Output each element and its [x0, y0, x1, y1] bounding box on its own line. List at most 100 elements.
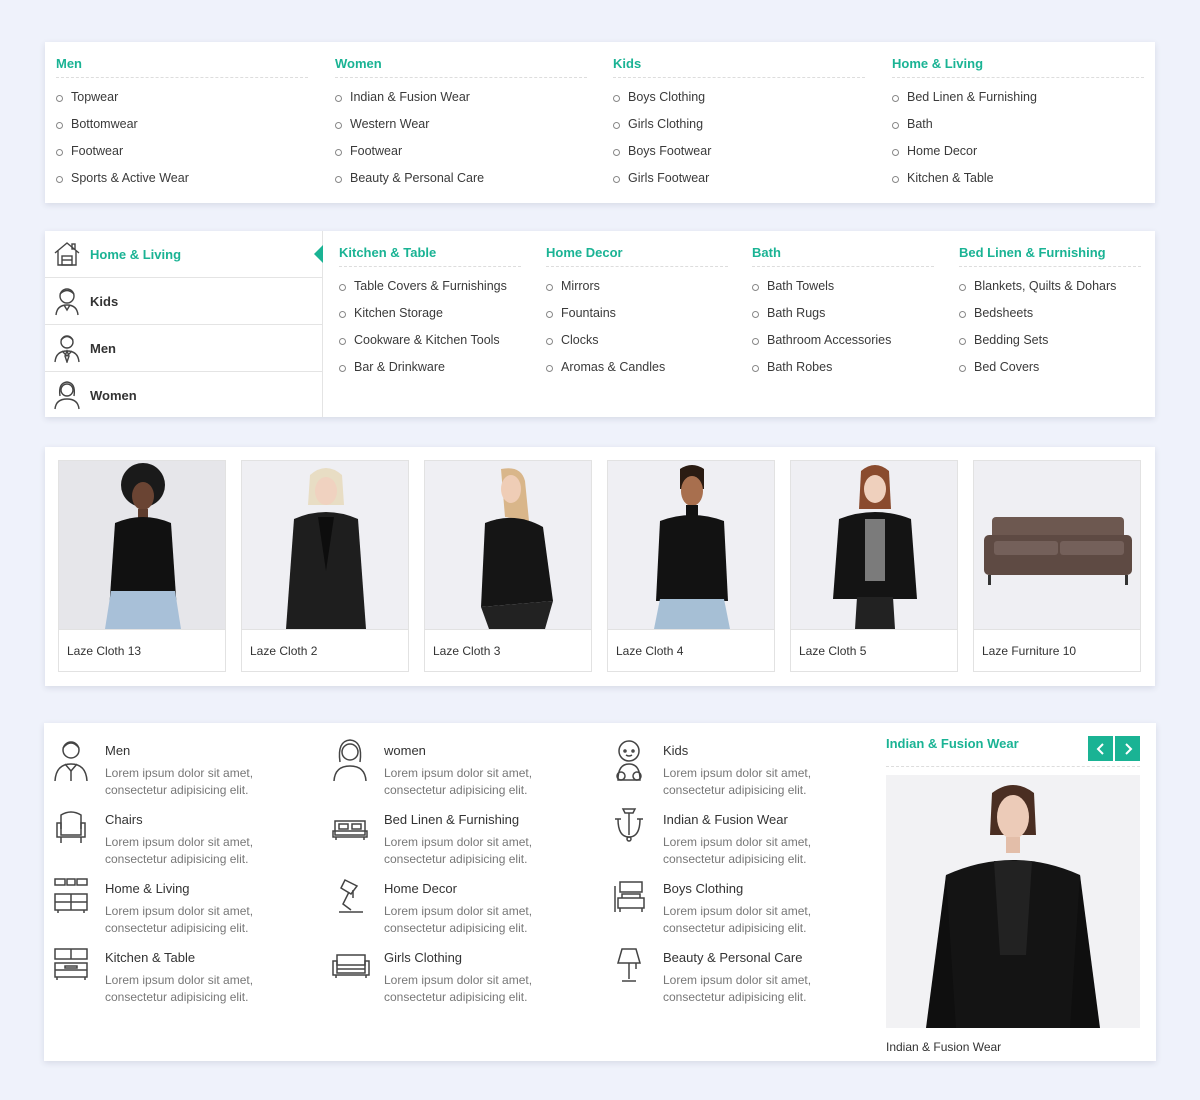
category-description: Lorem ipsum dolor sit amet, consectetur … — [384, 766, 533, 797]
menu-column-title[interactable]: Home & Living — [892, 56, 1144, 78]
product-name[interactable]: Laze Cloth 5 — [791, 630, 957, 658]
menu-link[interactable]: Bath Towels — [752, 273, 934, 300]
menu-link[interactable]: Bath — [892, 111, 1144, 138]
product-image — [608, 461, 774, 630]
menu-link[interactable]: Footwear — [56, 138, 308, 165]
menu-link[interactable]: Beauty & Personal Care — [335, 165, 587, 192]
product-grid: Laze Cloth 13 Laze Cloth 2 Laze Cloth 3 — [45, 447, 1155, 686]
menu-link[interactable]: Girls Footwear — [613, 165, 865, 192]
category-item[interactable]: Kids Lorem ipsum dolor sit amet, consect… — [602, 728, 842, 797]
sidebar-item-men[interactable]: Men — [45, 325, 322, 372]
menu-link[interactable]: Cookware & Kitchen Tools — [339, 327, 521, 354]
menu-column-men: Men Topwear Bottomwear Footwear Sports &… — [56, 56, 308, 192]
menu-link[interactable]: Bath Robes — [752, 354, 934, 381]
category-item[interactable]: women Lorem ipsum dolor sit amet, consec… — [323, 728, 563, 797]
category-title[interactable]: Girls Clothing — [384, 950, 462, 965]
sidebar-item-home-living[interactable]: Home & Living — [45, 231, 323, 278]
category-item[interactable]: Beauty & Personal Care Lorem ipsum dolor… — [602, 935, 842, 1004]
menu-column-title[interactable]: Women — [335, 56, 587, 78]
product-name[interactable]: Laze Cloth 4 — [608, 630, 774, 658]
product-name[interactable]: Laze Cloth 2 — [242, 630, 408, 658]
category-item[interactable]: Chairs Lorem ipsum dolor sit amet, conse… — [44, 797, 284, 866]
menu-column-title[interactable]: Kitchen & Table — [339, 245, 521, 267]
menu-link[interactable]: Bottomwear — [56, 111, 308, 138]
menu-column-title[interactable]: Bath — [752, 245, 934, 267]
menu-link[interactable]: Fountains — [546, 300, 728, 327]
sidebar-item-women[interactable]: Women — [45, 372, 322, 418]
category-item[interactable]: Kitchen & Table Lorem ipsum dolor sit am… — [44, 935, 284, 1004]
menu-link[interactable]: Boys Clothing — [613, 84, 865, 111]
category-title[interactable]: Kids — [663, 743, 688, 758]
product-card[interactable]: Laze Cloth 2 — [241, 460, 409, 672]
category-item[interactable]: Indian & Fusion Wear Lorem ipsum dolor s… — [602, 797, 842, 866]
menu-column-bath: Bath Bath Towels Bath Rugs Bathroom Acce… — [752, 245, 934, 381]
menu-link[interactable]: Aromas & Candles — [546, 354, 728, 381]
menu-link[interactable]: Clocks — [546, 327, 728, 354]
category-description: Lorem ipsum dolor sit amet, consectetur … — [384, 904, 533, 935]
product-card[interactable]: Laze Cloth 4 — [607, 460, 775, 672]
product-name[interactable]: Laze Cloth 3 — [425, 630, 591, 658]
menu-link[interactable]: Bathroom Accessories — [752, 327, 934, 354]
category-description: Lorem ipsum dolor sit amet, consectetur … — [663, 904, 812, 935]
category-title[interactable]: Beauty & Personal Care — [663, 950, 802, 965]
product-card[interactable]: Laze Cloth 5 — [790, 460, 958, 672]
featured-image[interactable] — [886, 775, 1140, 1028]
baby-icon — [610, 738, 648, 781]
category-item[interactable]: Bed Linen & Furnishing Lorem ipsum dolor… — [323, 797, 563, 866]
sidebar-item-kids[interactable]: Kids — [45, 278, 322, 325]
menu-link[interactable]: Boys Footwear — [613, 138, 865, 165]
sidebar-item-label: Men — [90, 340, 116, 356]
menu-link[interactable]: Bath Rugs — [752, 300, 934, 327]
product-card[interactable]: Laze Cloth 13 — [58, 460, 226, 672]
floor-lamp-icon — [610, 945, 648, 983]
menu-link[interactable]: Topwear — [56, 84, 308, 111]
menu-link[interactable]: Indian & Fusion Wear — [335, 84, 587, 111]
category-title[interactable]: Bed Linen & Furnishing — [384, 812, 519, 827]
category-title[interactable]: Boys Clothing — [663, 881, 743, 896]
menu-link[interactable]: Bar & Drinkware — [339, 354, 521, 381]
menu-column-title[interactable]: Home Decor — [546, 245, 728, 267]
menu-link[interactable]: Home Decor — [892, 138, 1144, 165]
menu-column-title[interactable]: Men — [56, 56, 308, 78]
menu-link[interactable]: Bedsheets — [959, 300, 1141, 327]
category-item[interactable]: Men Lorem ipsum dolor sit amet, consecte… — [44, 728, 284, 797]
menu-column-title[interactable]: Bed Linen & Furnishing — [959, 245, 1141, 267]
menu-link[interactable]: Bed Linen & Furnishing — [892, 84, 1144, 111]
category-item[interactable]: Home Decor Lorem ipsum dolor sit amet, c… — [323, 866, 563, 935]
category-title[interactable]: Indian & Fusion Wear — [663, 812, 788, 827]
menu-column-kids: Kids Boys Clothing Girls Clothing Boys F… — [613, 56, 865, 192]
category-title[interactable]: Men — [105, 743, 130, 758]
menu-link[interactable]: Sports & Active Wear — [56, 165, 308, 192]
product-name[interactable]: Laze Furniture 10 — [974, 630, 1140, 658]
featured-caption[interactable]: Indian & Fusion Wear — [886, 1040, 1140, 1054]
bed-icon — [331, 807, 369, 845]
menu-link[interactable]: Blankets, Quilts & Dohars — [959, 273, 1141, 300]
category-item[interactable]: Home & Living Lorem ipsum dolor sit amet… — [44, 866, 284, 935]
category-title[interactable]: Home Decor — [384, 881, 457, 896]
menu-link[interactable]: Girls Clothing — [613, 111, 865, 138]
menu-link[interactable]: Kitchen & Table — [892, 165, 1144, 192]
product-card[interactable]: Laze Furniture 10 — [973, 460, 1141, 672]
category-title[interactable]: Chairs — [105, 812, 143, 827]
featured-title: Indian & Fusion Wear — [886, 736, 1019, 751]
menu-link[interactable]: Kitchen Storage — [339, 300, 521, 327]
category-title[interactable]: Home & Living — [105, 881, 190, 896]
menu-column-title[interactable]: Kids — [613, 56, 865, 78]
menu-link[interactable]: Table Covers & Furnishings — [339, 273, 521, 300]
menu-link[interactable]: Bed Covers — [959, 354, 1141, 381]
category-description: Lorem ipsum dolor sit amet, consectetur … — [663, 973, 812, 1004]
menu-link[interactable]: Western Wear — [335, 111, 587, 138]
menu-link[interactable]: Footwear — [335, 138, 587, 165]
menu-link[interactable]: Bedding Sets — [959, 327, 1141, 354]
product-name[interactable]: Laze Cloth 13 — [59, 630, 225, 658]
mega-menu-categories: Men Topwear Bottomwear Footwear Sports &… — [45, 42, 1155, 203]
category-item[interactable]: Boys Clothing Lorem ipsum dolor sit amet… — [602, 866, 842, 935]
category-item[interactable]: Girls Clothing Lorem ipsum dolor sit ame… — [323, 935, 563, 1004]
carousel-prev-button[interactable] — [1088, 736, 1113, 761]
category-title[interactable]: Kitchen & Table — [105, 950, 195, 965]
carousel-next-button[interactable] — [1115, 736, 1140, 761]
product-card[interactable]: Laze Cloth 3 — [424, 460, 592, 672]
category-title[interactable]: women — [384, 743, 426, 758]
category-description: Lorem ipsum dolor sit amet, consectetur … — [384, 973, 533, 1004]
menu-link[interactable]: Mirrors — [546, 273, 728, 300]
